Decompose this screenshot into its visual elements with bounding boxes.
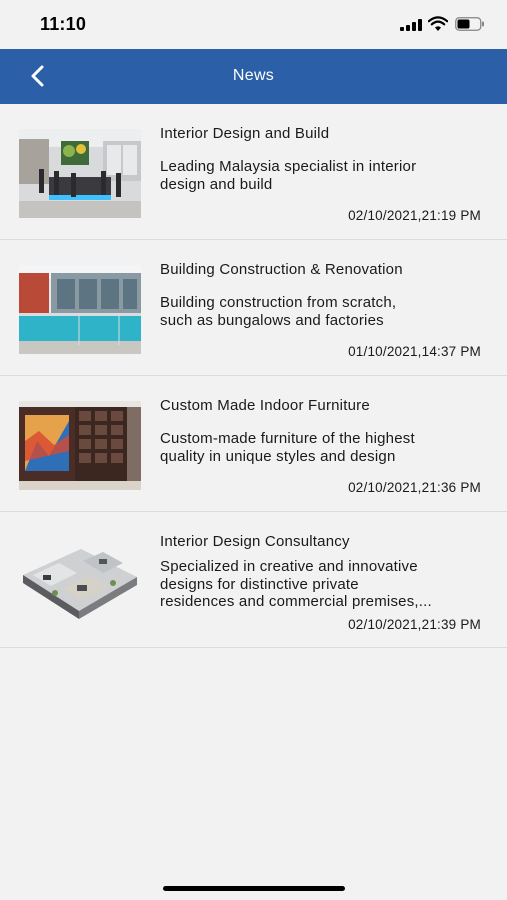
home-indicator[interactable] (163, 886, 345, 891)
news-item-interior-design-build[interactable]: Interior Design and Build Leading Malays… (0, 104, 507, 240)
news-description: Specialized in creative and innovative d… (160, 558, 432, 610)
news-description: Building construction from scratch, such… (160, 294, 397, 329)
news-item-design-consultancy[interactable]: Interior Design Consultancy Specialized … (0, 512, 507, 648)
news-thumbnail-3d-floorplan (19, 537, 141, 626)
news-thumbnail-furniture-shelf (19, 401, 141, 490)
signal-icon (400, 19, 422, 31)
news-item-custom-furniture[interactable]: Custom Made Indoor Furniture Custom-made… (0, 376, 507, 512)
news-description: Custom-made furniture of the highest qua… (160, 430, 415, 465)
status-time: 11:10 (40, 14, 87, 34)
news-datetime: 02/10/2021,21:36 PM (348, 480, 481, 495)
page-title: News (232, 67, 275, 84)
news-thumbnail-pool-building (19, 265, 141, 354)
nav-bar: News (0, 49, 507, 104)
news-title: Building Construction & Renovation (160, 261, 403, 278)
news-thumbnail-bar-interior (19, 129, 141, 218)
news-title: Interior Design Consultancy (160, 533, 350, 550)
news-datetime: 02/10/2021,21:19 PM (348, 208, 481, 223)
news-datetime: 02/10/2021,21:39 PM (348, 617, 481, 632)
news-list: Interior Design and Build Leading Malays… (0, 104, 507, 648)
news-item-building-construction[interactable]: Building Construction & Renovation Build… (0, 240, 507, 376)
battery-icon (455, 17, 484, 31)
news-title: Interior Design and Build (160, 125, 330, 142)
status-bar: 11:10 (0, 0, 507, 49)
news-title: Custom Made Indoor Furniture (160, 397, 370, 414)
news-description: Leading Malaysia specialist in interior … (160, 158, 417, 193)
wifi-icon (428, 16, 448, 31)
news-datetime: 01/10/2021,14:37 PM (348, 344, 481, 359)
